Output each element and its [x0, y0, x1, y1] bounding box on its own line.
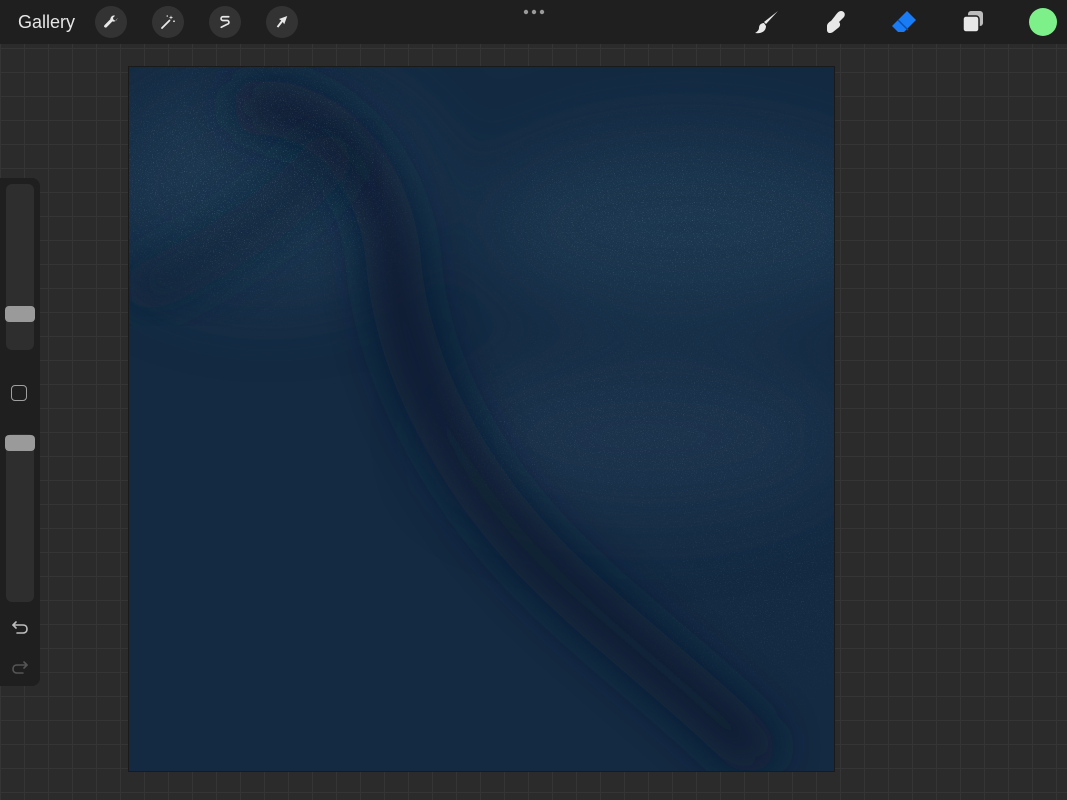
canvas-artwork [129, 67, 834, 771]
wrench-icon [104, 15, 118, 28]
top-toolbar: Gallery [0, 0, 1067, 44]
layers-button[interactable] [955, 4, 991, 40]
magic-wand-icon [161, 15, 175, 29]
redo-icon [12, 661, 28, 674]
smudge-finger-icon [827, 11, 845, 34]
selection-button[interactable] [209, 6, 241, 38]
selection-s-icon [220, 15, 230, 29]
drawing-canvas[interactable] [129, 67, 834, 771]
color-picker-button[interactable] [1029, 8, 1057, 36]
adjustments-button[interactable] [152, 6, 184, 38]
undo-icon [12, 621, 28, 634]
redo-button[interactable] [9, 658, 31, 676]
actions-button[interactable] [95, 6, 127, 38]
opacity-slider[interactable] [6, 434, 34, 602]
eraser-icon [892, 11, 916, 32]
sidebar [0, 178, 40, 686]
brush-size-slider[interactable] [6, 184, 34, 350]
undo-button[interactable] [9, 618, 31, 636]
brush-icon [755, 11, 778, 34]
eraser-tool-button[interactable] [886, 4, 922, 40]
layers-icon [962, 11, 983, 33]
brush-size-slider-thumb[interactable] [5, 306, 35, 322]
modify-button[interactable] [11, 385, 27, 401]
more-dots-icon[interactable] [518, 3, 550, 21]
brush-tool-button[interactable] [749, 4, 785, 40]
transform-button[interactable] [266, 6, 298, 38]
opacity-slider-thumb[interactable] [5, 435, 35, 451]
gallery-button[interactable]: Gallery [18, 10, 75, 34]
arrow-cursor-icon [276, 16, 288, 28]
smudge-tool-button[interactable] [817, 4, 853, 40]
